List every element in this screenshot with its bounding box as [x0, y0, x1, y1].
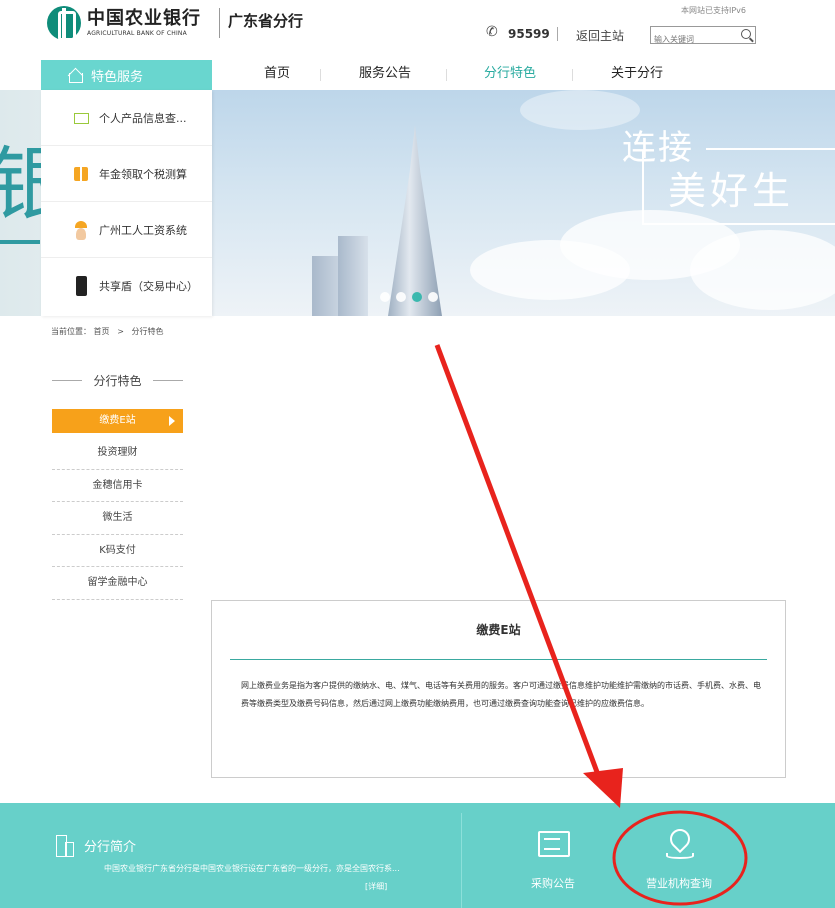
- sidebar-item-study-abroad[interactable]: 留学金融中心: [52, 567, 183, 600]
- branch-intro-label: 分行简介: [84, 839, 137, 855]
- purchase-announcement-label: 采购公告: [531, 877, 575, 890]
- search-box: [650, 26, 756, 48]
- branch-query-label: 营业机构查询: [646, 877, 712, 890]
- home-icon: [67, 68, 83, 83]
- phone-icon: [71, 276, 91, 296]
- footer: 分行简介 中国农业银行广东省分行是中国农业银行设在广东省的一级分行，亦是全国农行…: [0, 803, 835, 908]
- footer-divider: [461, 813, 462, 908]
- page: { "header": { "logo_cn": "中国农业银行", "logo…: [0, 0, 835, 908]
- sidebar-title: 分行特色: [52, 372, 183, 389]
- hotline: 95599: [486, 24, 550, 41]
- breadcrumb-separator: >: [117, 327, 124, 336]
- skyscraper: [388, 125, 442, 316]
- carousel-dot-3[interactable]: [412, 292, 422, 302]
- dropdown-item-label: 广州工人工资系统: [99, 223, 187, 237]
- monitor-icon: [71, 108, 91, 128]
- dropdown-item-label: 共享盾（交易中心）: [99, 280, 198, 293]
- banner-accent-line: [0, 240, 40, 244]
- content-title: 缴费E站: [476, 623, 521, 637]
- main-nav: 特色服务 首页 服务公告 分行特色 关于分行: [0, 60, 835, 90]
- logo-chinese-name: 中国农业银行: [87, 7, 201, 29]
- content-panel: 缴费E站 网上缴费业务是指为客户提供的缴纳水、电、煤气、电话等有关费用的服务。客…: [211, 600, 786, 778]
- dropdown-item-wage-system[interactable]: 广州工人工资系统: [41, 202, 212, 258]
- phone-icon: [486, 24, 500, 41]
- nav-item-home[interactable]: 首页: [264, 60, 290, 90]
- feature-services-menu[interactable]: 特色服务: [41, 60, 212, 90]
- breadcrumb: 当前位置： 首页 > 分行特色: [51, 326, 164, 337]
- nav-item-about-branch[interactable]: 关于分行: [611, 60, 663, 90]
- breadcrumb-prefix: 当前位置：: [51, 327, 91, 336]
- hotline-number: 95599: [508, 27, 550, 41]
- ipv6-notice: 本网站已支持IPv6: [681, 6, 747, 15]
- feature-services-dropdown: 个人产品信息查... 年金领取个税测算 广州工人工资系统 共享盾（交易中心）: [41, 90, 212, 316]
- branch-intro-text: 中国农业银行广东省分行是中国农业银行设在广东省的一级分行，亦是全国农行系...: [104, 864, 400, 873]
- building-icon: [52, 835, 74, 857]
- dropdown-item-label: 个人产品信息查...: [99, 111, 187, 125]
- breadcrumb-home[interactable]: 首页: [94, 327, 110, 336]
- content-body: 网上缴费业务是指为客户提供的缴纳水、电、煤气、电话等有关费用的服务。客户可通过缴…: [241, 681, 761, 708]
- sidebar-item-credit-card[interactable]: 金穗信用卡: [52, 470, 183, 502]
- dropdown-item-pension-tax[interactable]: 年金领取个税测算: [41, 146, 212, 202]
- purchase-announcement-button[interactable]: 采购公告: [508, 827, 598, 891]
- nav-divider: [572, 69, 573, 81]
- nav-item-announcements[interactable]: 服务公告: [359, 60, 411, 90]
- branch-intro-detail-link[interactable]: [详细]: [365, 881, 387, 892]
- branch-query-button[interactable]: 营业机构查询: [634, 827, 724, 891]
- search-icon[interactable]: [741, 29, 751, 39]
- carousel-dots: [380, 292, 438, 302]
- building: [338, 236, 368, 316]
- nav-divider: [320, 69, 321, 81]
- sidebar-item-k-code-pay[interactable]: K码支付: [52, 535, 183, 567]
- dropdown-item-shared-shield[interactable]: 共享盾（交易中心）: [41, 258, 212, 314]
- worker-icon: [71, 220, 91, 240]
- logo-english-name: AGRICULTURAL BANK OF CHINA: [87, 29, 187, 37]
- sidebar-item-investment[interactable]: 投资理财: [52, 437, 183, 470]
- feature-services-label: 特色服务: [91, 69, 144, 85]
- cloud: [690, 230, 835, 310]
- banner-slogan-line2: 美好生: [668, 169, 795, 213]
- location-pin-icon: [662, 827, 696, 861]
- calculator-icon: [71, 164, 91, 184]
- branch-name: 广东省分行: [219, 8, 303, 38]
- carousel-dot-4[interactable]: [428, 292, 438, 302]
- sidebar-item-micro-life[interactable]: 微生活: [52, 502, 183, 535]
- abc-logo-icon: [47, 6, 81, 41]
- abc-logo[interactable]: 中国农业银行 AGRICULTURAL BANK OF CHINA: [47, 6, 201, 41]
- announcement-board-icon: [536, 827, 570, 861]
- content-title-rule: [230, 659, 767, 660]
- carousel-dot-2[interactable]: [396, 292, 406, 302]
- nav-item-branch-features[interactable]: 分行特色: [484, 60, 536, 90]
- dropdown-item-label: 年金领取个税测算: [99, 167, 187, 181]
- carousel-dot-1[interactable]: [380, 292, 390, 302]
- branch-intro-title: 分行简介: [52, 835, 137, 857]
- sidebar-menu: 缴费E站 投资理财 金穗信用卡 微生活 K码支付 留学金融中心: [52, 409, 183, 600]
- dropdown-item-product-query[interactable]: 个人产品信息查...: [41, 90, 212, 146]
- nav-divider: [446, 69, 447, 81]
- breadcrumb-current[interactable]: 分行特色: [132, 327, 164, 336]
- sidebar-item-payment-station[interactable]: 缴费E站: [52, 409, 183, 433]
- back-to-main-site-link[interactable]: 返回主站: [576, 27, 624, 44]
- header-separator: [557, 27, 558, 41]
- search-input[interactable]: [651, 31, 735, 48]
